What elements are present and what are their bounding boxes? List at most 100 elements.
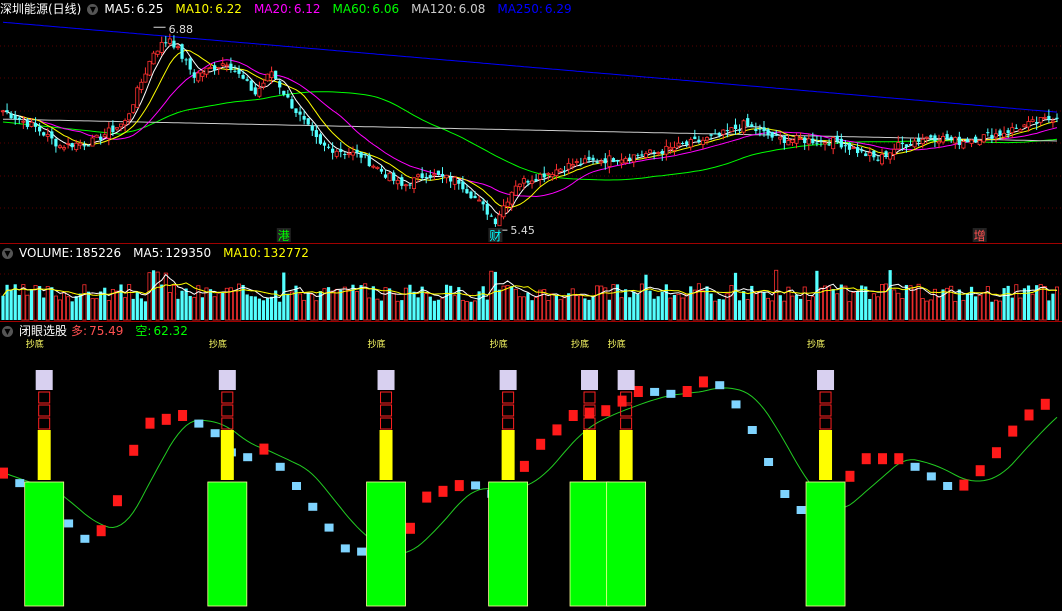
step-block [405, 522, 415, 534]
candle-body [278, 81, 282, 88]
volume-bar [868, 298, 872, 320]
volume-bar [961, 299, 966, 321]
candle-body [778, 136, 783, 140]
signal-label: 抄底 [209, 338, 227, 350]
volume-bar [245, 294, 249, 320]
candle-body [392, 172, 396, 181]
volume-bar [180, 290, 184, 320]
indicator-item: VOLUME: 185226 [19, 246, 127, 260]
candle-body [42, 132, 46, 136]
candle-body [892, 148, 897, 155]
candle-body [403, 184, 408, 187]
volume-bar [583, 298, 587, 320]
volume-bar [330, 290, 335, 321]
volume-bar [310, 293, 315, 321]
candle-body [733, 124, 738, 130]
candle-body [656, 152, 661, 154]
candle-body [213, 65, 217, 70]
volume-bar [346, 289, 351, 321]
volume-bar [993, 299, 998, 321]
step-block [96, 525, 106, 537]
volume-bar [855, 291, 860, 320]
candle-body [631, 154, 636, 163]
indicator-value: 129350 [165, 246, 212, 260]
signal-red-box [819, 391, 832, 404]
volume-bar [888, 270, 892, 320]
volume-bar [289, 291, 294, 321]
ma60-line [2, 91, 1058, 181]
volume-bar [212, 296, 217, 321]
volume-bar [1018, 297, 1023, 321]
indicator-label: 空: [135, 324, 152, 338]
volume-bar [314, 300, 319, 321]
candle-body [57, 145, 62, 148]
volume-bar [815, 270, 819, 320]
candle-body [562, 170, 567, 172]
candle-body [566, 162, 571, 170]
candle-body [290, 99, 294, 109]
indicator-label: MA10: [175, 2, 214, 16]
volume-bar [99, 291, 103, 320]
candle-body [770, 131, 774, 138]
signal-label: 抄底 [490, 338, 508, 350]
candle-body [1038, 117, 1043, 123]
indicator-panel[interactable]: 抄底 抄底 抄底 抄底 抄底 抄底 抄底 ▼ 闭眼选股 多: 75.49 空: 62.32 [0, 322, 1062, 611]
candle-body [216, 66, 221, 69]
volume-bar [469, 301, 473, 320]
candle-body [249, 80, 253, 91]
candle-body [241, 74, 245, 79]
volume-bar [74, 296, 78, 320]
indicator-item: MA5: 6.25 [104, 2, 169, 16]
volume-bar [1042, 286, 1047, 321]
step-block [894, 453, 904, 465]
price-panel[interactable]: 6.88 5.45 港 财 增 深圳能源(日线) ▼ MA5: 6.25 MA10: 6.22… [0, 0, 1062, 243]
candle-body [5, 110, 9, 113]
candle-body [574, 161, 579, 163]
candle-body [111, 125, 115, 132]
volume-bar [656, 296, 660, 320]
candle-body [611, 158, 616, 163]
volume-panel[interactable]: ▼ VOLUME: 185226 MA5: 129350 MA10: 132772 [0, 244, 1062, 321]
step-block [1008, 425, 1018, 437]
candle-body [681, 142, 685, 145]
candle-body [709, 134, 713, 136]
indicator-chart[interactable]: 抄底 抄底 抄底 抄底 抄底 抄底 抄底 [0, 322, 1062, 611]
candle-body [282, 90, 286, 95]
volume-bar [17, 294, 21, 320]
candle-body [688, 139, 693, 148]
candle-body [933, 135, 937, 141]
indicator-header: ▼ 闭眼选股 多: 75.49 空: 62.32 [0, 322, 206, 340]
volume-bar [1047, 300, 1051, 320]
chevron-down-icon[interactable]: ▼ [2, 325, 13, 337]
volume-bar [998, 300, 1003, 321]
candle-body [127, 113, 132, 121]
signal-yellow-bar [619, 430, 633, 480]
candle-body [82, 145, 86, 147]
candle-body [700, 139, 705, 145]
volume-bar [570, 288, 575, 321]
signal-red-box [38, 404, 51, 417]
step-block [568, 410, 578, 421]
candle-body [786, 140, 791, 146]
volume-bar [216, 292, 221, 321]
candle-body [294, 108, 298, 114]
candle-body [224, 64, 229, 67]
volume-bar [904, 284, 909, 320]
candle-body [501, 205, 506, 218]
candle-body [363, 154, 367, 156]
volume-bar [440, 297, 445, 321]
candle-body [274, 70, 278, 79]
volume-bar [628, 297, 632, 320]
price-chart[interactable]: 6.88 5.45 港 财 增 [0, 0, 1062, 243]
volume-bar [517, 296, 522, 321]
candle-body [851, 147, 856, 150]
volume-bar [799, 298, 803, 320]
chevron-down-icon[interactable]: ▼ [87, 3, 99, 15]
candle-body [643, 153, 648, 158]
candle-body [50, 131, 54, 139]
candle-body [725, 130, 729, 132]
chevron-down-icon[interactable]: ▼ [2, 247, 13, 259]
candle-body [38, 126, 42, 132]
volume-bar [50, 287, 54, 320]
step-block [275, 462, 285, 471]
